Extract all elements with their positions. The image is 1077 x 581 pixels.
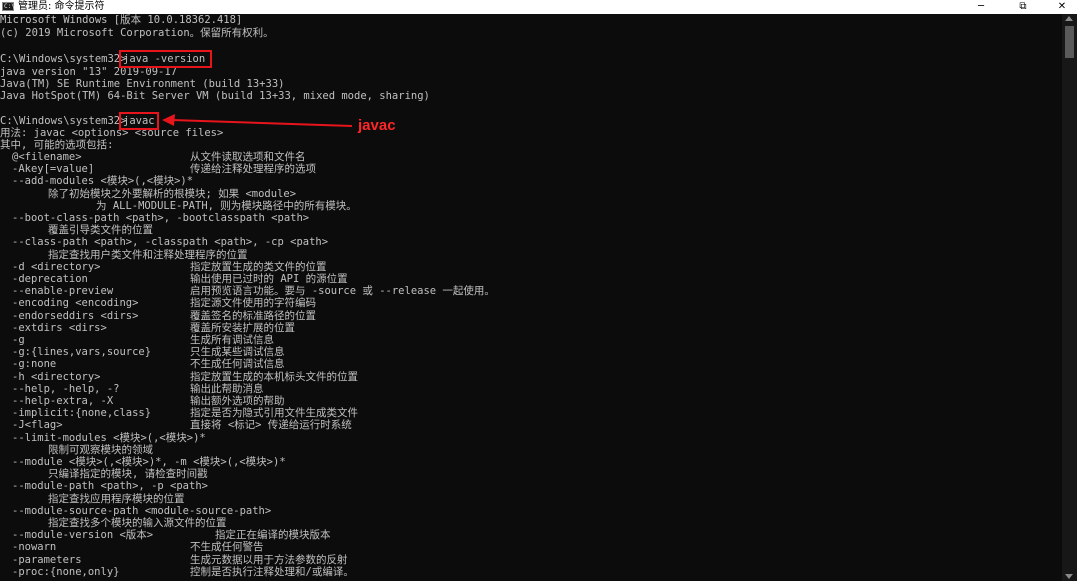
annotation-label: javac xyxy=(358,117,396,134)
scroll-thumb[interactable] xyxy=(1065,26,1074,58)
scroll-down-arrow-icon[interactable] xyxy=(1065,574,1073,579)
annotation-arrow xyxy=(162,114,353,127)
vertical-scrollbar[interactable] xyxy=(1062,14,1077,581)
scroll-up-arrow-icon[interactable] xyxy=(1065,16,1073,21)
arrow-shaft xyxy=(171,119,353,127)
arrow-head xyxy=(162,114,175,126)
